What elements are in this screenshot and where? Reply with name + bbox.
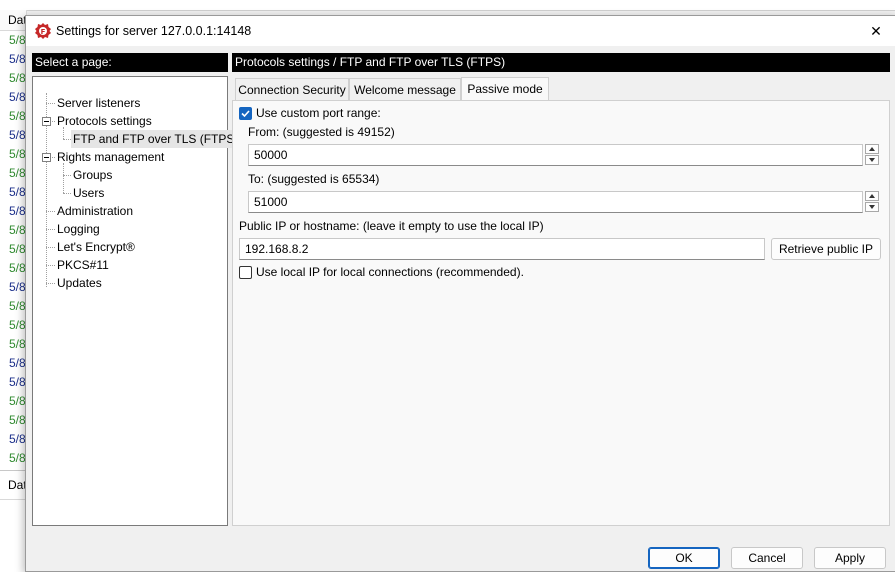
tree-line — [46, 103, 55, 104]
public-ip-label: Public IP or hostname: (leave it empty t… — [239, 219, 544, 233]
tab-connection-security[interactable]: Connection Security — [235, 78, 349, 100]
log-row: 5/8 — [9, 261, 26, 275]
tree-line — [46, 247, 55, 248]
log-row: 5/8 — [9, 128, 26, 142]
arrow-down-icon — [869, 158, 875, 162]
log-row: 5/8 — [9, 90, 26, 104]
log-row: 5/8 — [9, 280, 26, 294]
to-port-increment[interactable] — [865, 191, 879, 201]
to-label: To: (suggested is 65534) — [248, 172, 380, 186]
from-port-spinner — [865, 144, 879, 166]
collapse-rights-icon[interactable] — [42, 153, 51, 162]
to-port-decrement[interactable] — [865, 202, 879, 212]
tree-item-protocols-settings[interactable]: Protocols settings — [55, 112, 154, 130]
background-toolbar-strip — [0, 0, 895, 11]
log-row: 5/8 — [9, 71, 26, 85]
tree-line — [46, 229, 55, 230]
from-port-decrement[interactable] — [865, 155, 879, 165]
tab-welcome-message[interactable]: Welcome message — [349, 78, 461, 100]
use-custom-range-label: Use custom port range: — [256, 106, 381, 120]
from-port-increment[interactable] — [865, 144, 879, 154]
settings-dialog: F Settings for server 127.0.0.1:14148 ✕ … — [25, 15, 895, 572]
log-row: 5/8 — [9, 318, 26, 332]
background-bottom-panel: Dat — [0, 470, 27, 571]
svg-text:F: F — [41, 28, 46, 36]
tree-item-lets-encrypt[interactable]: Let's Encrypt® — [55, 238, 137, 256]
tree-item-administration[interactable]: Administration — [55, 202, 135, 220]
arrow-up-icon — [869, 194, 875, 198]
log-row: 5/8 — [9, 413, 26, 427]
use-local-ip-checkbox[interactable] — [239, 266, 252, 279]
log-row: 5/8 — [9, 223, 26, 237]
from-port-input[interactable]: 50000 — [248, 144, 863, 166]
log-row: 5/8 — [9, 185, 26, 199]
tree-line — [63, 163, 64, 193]
section-title: Protocols settings / FTP and FTP over TL… — [232, 53, 890, 72]
tree-line — [63, 175, 71, 176]
tree-item-logging[interactable]: Logging — [55, 220, 102, 238]
tree-item-users[interactable]: Users — [71, 184, 106, 202]
log-row: 5/8 — [9, 52, 26, 66]
log-row: 5/8 — [9, 337, 26, 351]
public-ip-input[interactable]: 192.168.8.2 — [239, 238, 765, 260]
from-label: From: (suggested is 49152) — [248, 125, 395, 139]
tree-item-server-listeners[interactable]: Server listeners — [55, 94, 142, 112]
tree-line — [46, 265, 55, 266]
log-row: 5/8 — [9, 356, 26, 370]
tab-passive-mode[interactable]: Passive mode — [461, 77, 549, 100]
tree-line — [63, 193, 71, 194]
retrieve-public-ip-button[interactable]: Retrieve public IP — [771, 238, 881, 260]
log-row: 5/8 — [9, 147, 26, 161]
log-row: 5/8 — [9, 451, 26, 465]
to-port-input[interactable]: 51000 — [248, 191, 863, 213]
checkmark-icon — [241, 110, 250, 118]
log-row: 5/8 — [9, 394, 26, 408]
log-column-header: Dat — [0, 10, 26, 31]
use-custom-range-checkbox[interactable] — [239, 107, 252, 120]
dialog-title: Settings for server 127.0.0.1:14148 — [56, 24, 252, 38]
settings-page-tree[interactable]: Server listeners Protocols settings FTP … — [32, 76, 241, 526]
arrow-down-icon — [869, 205, 875, 209]
log-row: 5/8 — [9, 375, 26, 389]
passive-mode-panel: Use custom port range: From: (suggested … — [232, 100, 890, 526]
log-row: 5/8 — [9, 204, 26, 218]
to-port-spinner — [865, 191, 879, 213]
dialog-titlebar[interactable]: F Settings for server 127.0.0.1:14148 ✕ — [26, 16, 895, 46]
tree-item-pkcs11[interactable]: PKCS#11 — [55, 256, 111, 274]
log-row: 5/8 — [9, 242, 26, 256]
arrow-up-icon — [869, 147, 875, 151]
close-button[interactable]: ✕ — [856, 16, 895, 46]
log-row: 5/8 — [9, 33, 26, 47]
log-row: 5/8 — [9, 166, 26, 180]
tree-line — [46, 211, 55, 212]
apply-button[interactable]: Apply — [814, 547, 886, 569]
background-log-panel: Dat 5/8 5/8 5/8 5/8 5/8 5/8 5/8 5/8 5/8 5/8 5/8 5/8… — [0, 10, 27, 470]
tree-item-updates[interactable]: Updates — [55, 274, 104, 292]
filezilla-server-icon: F — [35, 23, 51, 39]
log-row: 5/8 — [9, 432, 26, 446]
page-selector-header: Select a page: — [32, 53, 228, 72]
use-local-ip-label: Use local IP for local connections (reco… — [256, 265, 524, 279]
close-icon: ✕ — [870, 22, 882, 39]
tree-item-rights-management[interactable]: Rights management — [55, 148, 166, 166]
log-row: 5/8 — [9, 299, 26, 313]
tree-item-groups[interactable]: Groups — [71, 166, 114, 184]
cancel-button[interactable]: Cancel — [731, 547, 803, 569]
tree-line — [63, 139, 71, 140]
ok-button[interactable]: OK — [648, 547, 720, 569]
tree-item-ftp-ftps[interactable]: FTP and FTP over TLS (FTPS) — [71, 130, 241, 148]
collapse-protocols-icon[interactable] — [42, 117, 51, 126]
tree-line — [46, 283, 55, 284]
bottom-column-header: Dat — [0, 471, 27, 500]
log-row: 5/8 — [9, 109, 26, 123]
